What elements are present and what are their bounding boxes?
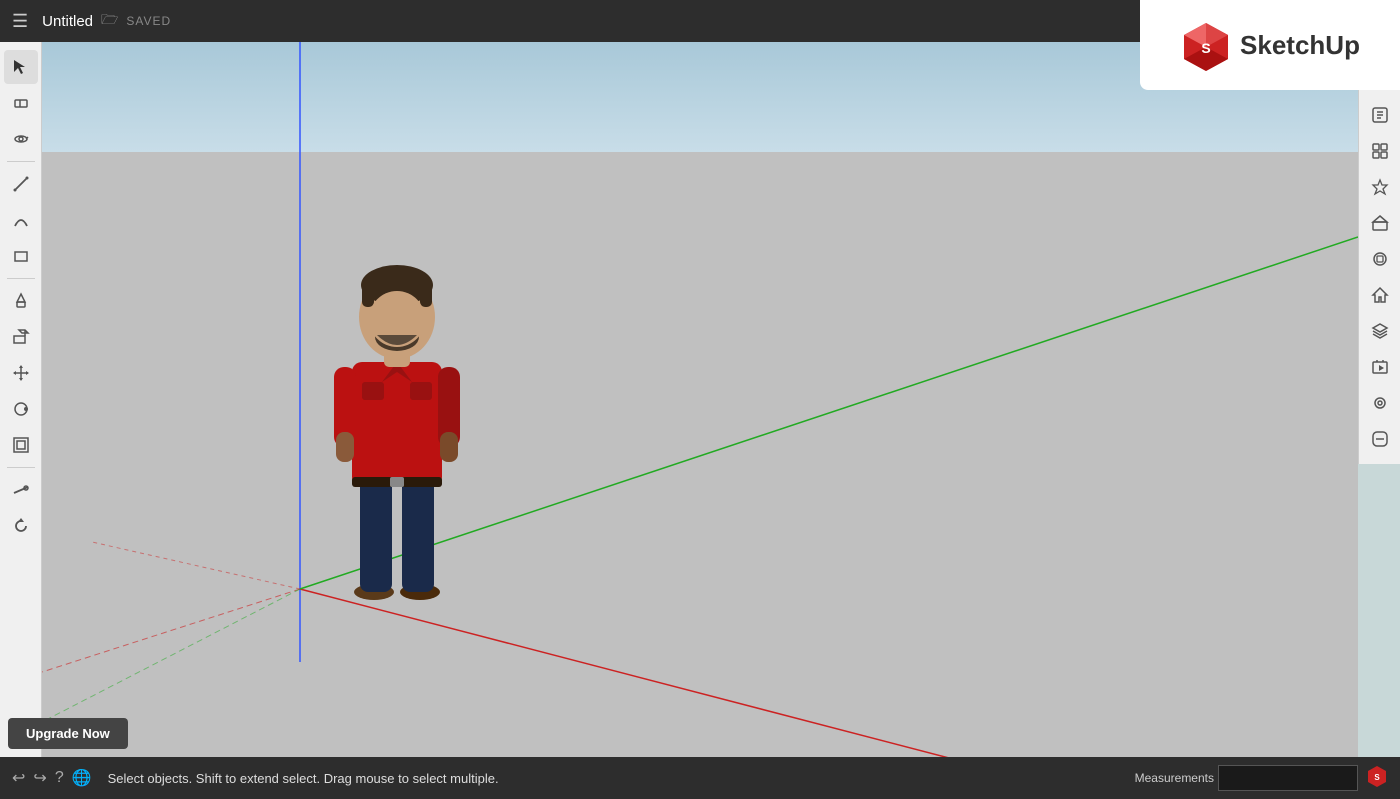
right-toolbar xyxy=(1358,90,1400,464)
tool-entity-info[interactable] xyxy=(1363,98,1397,132)
tool-3d-warehouse[interactable] xyxy=(1363,206,1397,240)
tool-orbit[interactable] xyxy=(4,122,38,156)
tool-scenes[interactable] xyxy=(1363,350,1397,384)
help-button[interactable]: ? xyxy=(55,769,64,787)
tool-eraser[interactable] xyxy=(4,86,38,120)
tool-tape[interactable] xyxy=(4,473,38,507)
measurements-input[interactable] xyxy=(1218,765,1358,791)
tool-styles[interactable] xyxy=(1363,170,1397,204)
tool-line[interactable] xyxy=(4,167,38,201)
globe-icon[interactable]: 🌐 xyxy=(72,768,92,788)
tool-soften[interactable] xyxy=(1363,422,1397,456)
tool-rectangle[interactable] xyxy=(4,239,38,273)
tool-components[interactable] xyxy=(1363,134,1397,168)
bottom-bar: ↩ ↪ ? 🌐 Select objects. Shift to extend … xyxy=(0,757,1400,799)
save-icon[interactable]: 🗁 xyxy=(101,9,118,33)
tool-move[interactable] xyxy=(4,356,38,390)
tool-paint[interactable] xyxy=(4,284,38,318)
measurements-label: Measurements xyxy=(1135,771,1214,785)
upgrade-now-button[interactable]: Upgrade Now xyxy=(8,718,128,749)
tool-offset[interactable] xyxy=(4,428,38,462)
tool-match-photo[interactable] xyxy=(1363,386,1397,420)
svg-text:S: S xyxy=(1374,773,1380,782)
tool-select[interactable] xyxy=(4,50,38,84)
tool-extension-warehouse[interactable] xyxy=(1363,242,1397,276)
logo-text: SketchUp xyxy=(1240,30,1360,61)
human-figure xyxy=(332,207,462,607)
sketchup-bottom-icon: S xyxy=(1366,765,1388,792)
tool-push-pull[interactable] xyxy=(4,320,38,354)
tool-home[interactable] xyxy=(1363,278,1397,312)
left-toolbar xyxy=(0,42,42,757)
redo-button[interactable]: ↪ xyxy=(33,768,46,788)
tool-arc[interactable] xyxy=(4,203,38,237)
axis-lines xyxy=(42,42,1358,757)
status-message: Select objects. Shift to extend select. … xyxy=(108,771,1135,786)
tool-layers[interactable] xyxy=(1363,314,1397,348)
document-title: Untitled xyxy=(42,13,93,30)
viewport[interactable] xyxy=(42,42,1358,757)
undo-button[interactable]: ↩ xyxy=(12,768,25,788)
sketchup-logo-icon: S xyxy=(1180,19,1232,71)
saved-status: SAVED xyxy=(126,14,171,28)
tool-rotate[interactable] xyxy=(4,509,38,543)
svg-text:S: S xyxy=(1201,40,1210,56)
sketchup-logo: S SketchUp xyxy=(1140,0,1400,90)
tool-follow-me[interactable] xyxy=(4,392,38,426)
menu-icon[interactable]: ☰ xyxy=(12,11,28,32)
